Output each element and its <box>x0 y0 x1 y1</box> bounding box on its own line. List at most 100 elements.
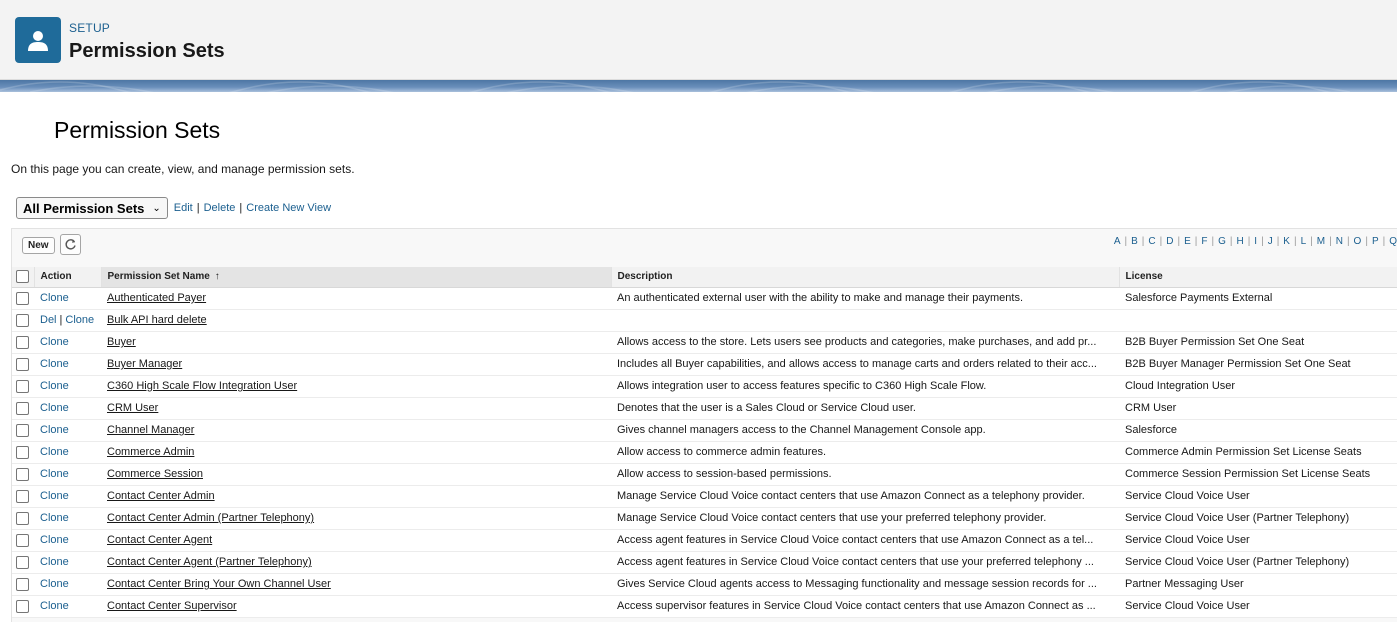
row-checkbox[interactable] <box>16 599 29 613</box>
header-decorative-band <box>0 80 1397 92</box>
alphabet-letter-q[interactable]: Q <box>1389 236 1397 247</box>
clone-action-link[interactable]: Clone <box>40 578 69 590</box>
column-header-license[interactable]: License <box>1119 267 1397 288</box>
row-actions: Clone <box>34 529 101 552</box>
clone-action-link[interactable]: Clone <box>40 336 69 348</box>
description-cell: Access agent features in Service Cloud V… <box>611 529 1119 552</box>
clone-action-link[interactable]: Clone <box>40 490 69 502</box>
alphabet-letter-j[interactable]: J <box>1268 236 1273 247</box>
clone-action-link[interactable]: Clone <box>40 358 69 370</box>
clone-action-link[interactable]: Clone <box>40 292 69 304</box>
clone-action-link[interactable]: Clone <box>40 556 69 568</box>
alphabet-letter-p[interactable]: P <box>1372 236 1379 247</box>
column-header-description[interactable]: Description <box>611 267 1120 288</box>
clone-action-link[interactable]: Clone <box>40 402 69 414</box>
table-row: Clone Commerce Session Allow access to ses… <box>12 463 1397 486</box>
breadcrumb[interactable]: SETUP <box>69 21 110 35</box>
permission-set-name-cell: Contact Center Supervisor <box>101 595 611 618</box>
permission-set-name-link[interactable]: Buyer <box>107 336 136 348</box>
alphabet-letter-h[interactable]: H <box>1236 236 1243 247</box>
row-select-cell <box>12 375 34 398</box>
refresh-button[interactable] <box>60 234 81 255</box>
column-header-name[interactable]: Permission Set Name ↑ <box>101 267 612 288</box>
alphabet-letter-b[interactable]: B <box>1131 236 1138 247</box>
alphabet-letter-c[interactable]: C <box>1148 236 1155 247</box>
row-checkbox[interactable] <box>16 401 29 415</box>
alphabet-letter-n[interactable]: N <box>1336 236 1343 247</box>
permission-set-name-link[interactable]: Commerce Admin <box>107 446 194 458</box>
column-header-name-label: Permission Set Name <box>107 271 210 283</box>
row-checkbox[interactable] <box>16 533 29 547</box>
row-actions: Clone <box>34 353 101 376</box>
row-checkbox[interactable] <box>16 577 29 591</box>
permission-set-name-link[interactable]: CRM User <box>107 402 158 414</box>
row-checkbox[interactable] <box>16 489 29 503</box>
clone-action-link[interactable]: Clone <box>40 446 69 458</box>
table-row: Clone Contact Center Bring Your Own Chann… <box>12 573 1397 596</box>
permission-set-name-link[interactable]: Bulk API hard delete <box>107 314 207 326</box>
row-checkbox[interactable] <box>16 291 29 305</box>
permission-set-name-link[interactable]: C360 High Scale Flow Integration User <box>107 380 297 392</box>
description-cell: Access supervisor features in Service Cl… <box>611 595 1119 618</box>
row-select-cell <box>12 287 34 310</box>
alphabet-letter-k[interactable]: K <box>1283 236 1290 247</box>
row-checkbox[interactable] <box>16 313 29 327</box>
clone-action-link[interactable]: Clone <box>40 600 69 612</box>
permission-set-name-link[interactable]: Contact Center Admin (Partner Telephony) <box>107 512 314 524</box>
permission-set-name-link[interactable]: Contact Center Agent (Partner Telephony) <box>107 556 312 568</box>
table-row: Clone Commerce Admin Allow access to comme… <box>12 441 1397 464</box>
alphabet-letter-d[interactable]: D <box>1166 236 1173 247</box>
clone-action-link[interactable]: Clone <box>65 314 94 326</box>
permission-set-name-link[interactable]: Channel Manager <box>107 424 194 436</box>
license-cell: Salesforce <box>1119 419 1397 442</box>
row-checkbox[interactable] <box>16 335 29 349</box>
clone-action-link[interactable]: Clone <box>40 534 69 546</box>
row-checkbox[interactable] <box>16 555 29 569</box>
alphabet-letter-o[interactable]: O <box>1354 236 1362 247</box>
new-button[interactable]: New <box>22 237 55 254</box>
description-cell: Denotes that the user is a Sales Cloud o… <box>611 397 1119 420</box>
row-checkbox[interactable] <box>16 423 29 437</box>
row-checkbox[interactable] <box>16 445 29 459</box>
description-cell: Access agent features in Service Cloud V… <box>611 551 1119 574</box>
select-all-checkbox[interactable] <box>16 270 29 284</box>
clone-action-link[interactable]: Clone <box>40 380 69 392</box>
alphabet-letter-m[interactable]: M <box>1317 236 1325 247</box>
del-action-link[interactable]: Del <box>40 314 57 326</box>
edit-view-link[interactable]: Edit <box>174 202 193 214</box>
alphabet-letter-i[interactable]: I <box>1254 236 1257 247</box>
permission-set-name-link[interactable]: Authenticated Payer <box>107 292 206 304</box>
clone-action-link[interactable]: Clone <box>40 468 69 480</box>
view-select[interactable]: All Permission Sets ⌄ <box>16 197 168 219</box>
alphabet-letter-e[interactable]: E <box>1184 236 1191 247</box>
row-checkbox[interactable] <box>16 357 29 371</box>
alphabet-letter-a[interactable]: A <box>1114 236 1121 247</box>
alphabet-letter-f[interactable]: F <box>1201 236 1207 247</box>
row-checkbox[interactable] <box>16 511 29 525</box>
permission-set-name-link[interactable]: Contact Center Supervisor <box>107 600 237 612</box>
alphabet-separator: | <box>1310 236 1313 247</box>
clone-action-link[interactable]: Clone <box>40 512 69 524</box>
alphabet-letter-g[interactable]: G <box>1218 236 1226 247</box>
row-actions: Clone <box>34 441 101 464</box>
alphabet-separator: | <box>1346 236 1350 247</box>
row-actions: Clone <box>34 287 101 310</box>
refresh-icon <box>65 239 76 250</box>
permission-set-name-link[interactable]: Contact Center Admin <box>107 490 215 502</box>
create-new-view-link[interactable]: Create New View <box>246 202 331 214</box>
permission-set-name-link[interactable]: Commerce Session <box>107 468 203 480</box>
delete-view-link[interactable]: Delete <box>204 202 236 214</box>
row-checkbox[interactable] <box>16 379 29 393</box>
row-checkbox[interactable] <box>16 467 29 481</box>
clone-action-link[interactable]: Clone <box>40 424 69 436</box>
row-actions: Clone <box>34 331 101 354</box>
alphabet-letter-l[interactable]: L <box>1301 236 1307 247</box>
table-row: Clone Contact Center Agent (Partner Telep… <box>12 551 1397 574</box>
permission-set-name-link[interactable]: Contact Center Bring Your Own Channel Us… <box>107 578 331 590</box>
permission-set-name-link[interactable]: Buyer Manager <box>107 358 182 370</box>
license-cell: Cloud Integration User <box>1119 375 1397 398</box>
permission-set-name-link[interactable]: Contact Center Agent <box>107 534 212 546</box>
permission-set-name-cell: Contact Center Admin <box>101 485 611 508</box>
row-select-cell <box>12 331 34 354</box>
permission-set-name-cell: Contact Center Admin (Partner Telephony) <box>101 507 611 530</box>
